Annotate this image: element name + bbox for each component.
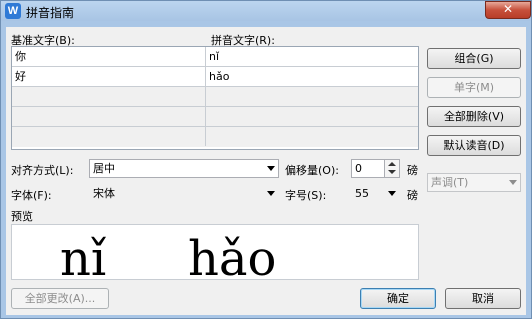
table-row: 好 hǎo (12, 67, 418, 87)
size-label: 字号(S): (285, 189, 327, 202)
table-row: 你 nǐ (12, 47, 418, 67)
spin-up-icon (388, 162, 396, 166)
base-text-cell (12, 87, 206, 106)
close-button[interactable]: ✕ (485, 1, 531, 19)
preview-syllable: hǎo (188, 231, 277, 280)
ruby-text-cell (206, 87, 418, 106)
size-unit: 磅 (407, 189, 418, 202)
table-row (12, 127, 418, 147)
spin-buttons[interactable] (384, 160, 399, 177)
pinyin-guide-dialog: W 拼音指南 ✕ 基准文字(B): 拼音文字(R): 你 nǐ 好 hǎo 组合… (0, 0, 532, 319)
table-row (12, 87, 418, 107)
chevron-down-icon (509, 180, 517, 185)
table-row (12, 107, 418, 127)
cancel-button[interactable]: 取消 (445, 288, 521, 309)
chevron-down-icon (388, 191, 396, 196)
chevron-down-icon (267, 166, 275, 171)
title-bar: W 拼音指南 ✕ (1, 1, 531, 21)
offset-value: 0 (355, 162, 362, 175)
alignment-label: 对齐方式(L): (11, 164, 74, 177)
wps-app-icon: W (5, 3, 21, 19)
base-text-cell (12, 127, 206, 146)
size-select[interactable]: 55 (351, 184, 400, 203)
base-text-cell (12, 107, 206, 126)
chevron-down-icon (267, 191, 275, 196)
dialog-body: 基准文字(B): 拼音文字(R): 你 nǐ 好 hǎo 组合(G) 单字(M)… (6, 27, 526, 315)
font-label: 字体(F): (11, 189, 52, 202)
ruby-text-cell[interactable]: nǐ (206, 47, 418, 66)
spin-down-icon (388, 170, 396, 174)
base-text-cell[interactable]: 好 (12, 67, 206, 86)
pinyin-grid: 你 nǐ 好 hǎo (11, 46, 419, 150)
ruby-text-cell (206, 107, 418, 126)
change-all-button[interactable]: 全部更改(A)... (11, 288, 109, 309)
clear-all-button[interactable]: 全部删除(V) (427, 106, 521, 127)
offset-label: 偏移量(O): (285, 164, 339, 177)
offset-unit: 磅 (407, 164, 418, 177)
tone-dropdown[interactable]: 声调(T) (427, 173, 521, 192)
offset-spinbox[interactable]: 0 (351, 159, 400, 178)
window-title: 拼音指南 (26, 6, 75, 20)
font-select[interactable]: 宋体 (89, 184, 279, 203)
base-text-cell[interactable]: 你 (12, 47, 206, 66)
ruby-text-cell[interactable]: hǎo (206, 67, 418, 86)
group-button[interactable]: 组合(G) (427, 48, 521, 69)
font-value: 宋体 (93, 187, 115, 200)
alignment-select[interactable]: 居中 (89, 159, 279, 178)
tone-label: 声调(T) (431, 176, 469, 189)
ruby-text-cell (206, 127, 418, 146)
preview-label: 预览 (11, 210, 33, 223)
preview-panel: nǐ hǎo (11, 224, 419, 280)
alignment-value: 居中 (93, 162, 115, 175)
default-reading-button[interactable]: 默认读音(D) (427, 135, 521, 156)
preview-syllable: nǐ (60, 231, 107, 280)
ok-button[interactable]: 确定 (360, 288, 436, 309)
mono-button[interactable]: 单字(M) (427, 77, 521, 98)
size-value: 55 (355, 187, 369, 200)
